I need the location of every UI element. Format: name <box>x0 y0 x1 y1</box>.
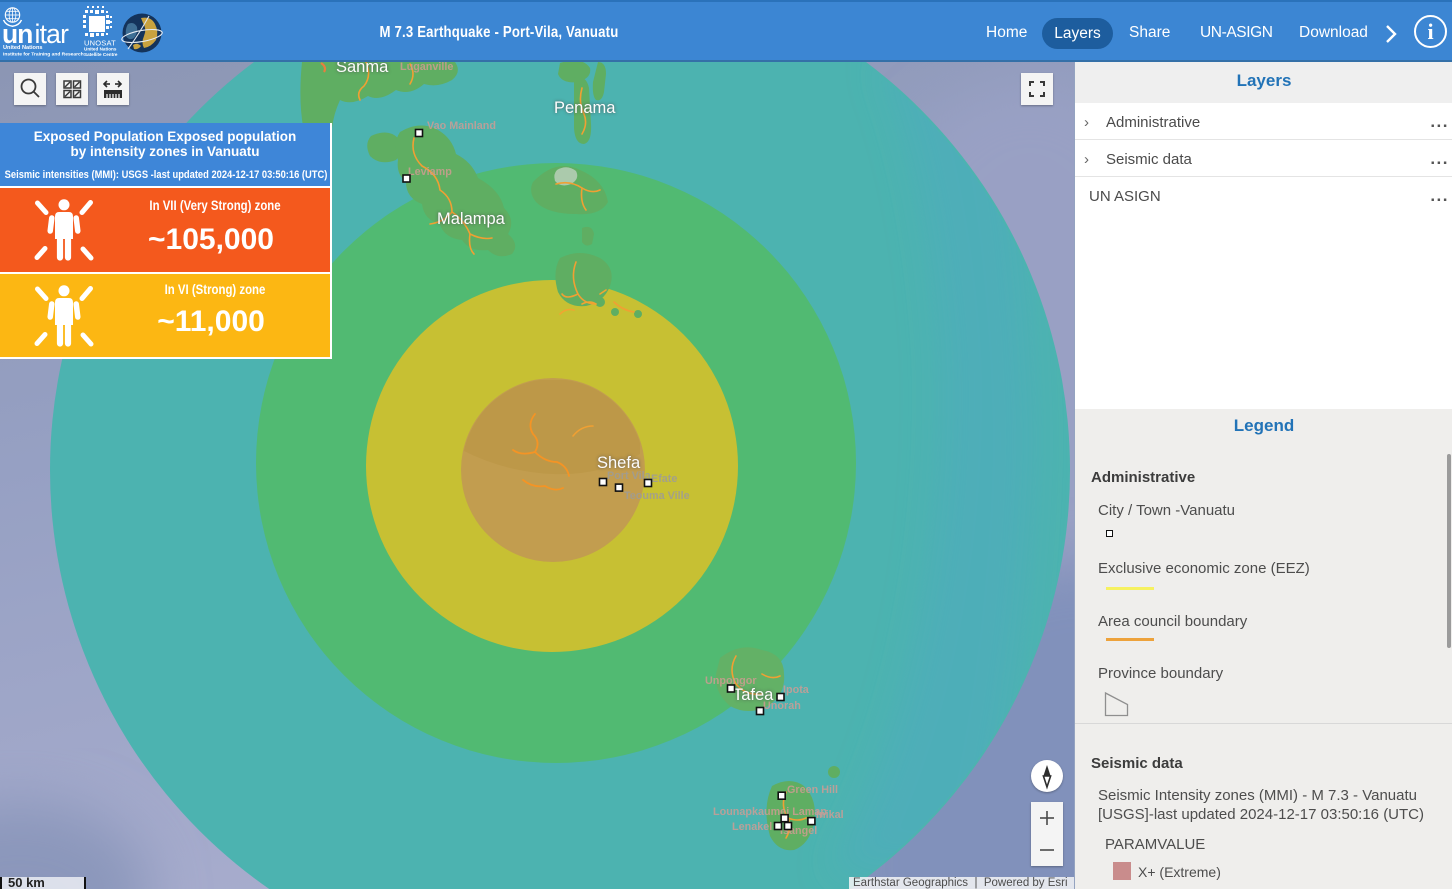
svg-text:Satellite Centre: Satellite Centre <box>84 52 118 57</box>
svg-text:Sanma: Sanma <box>336 62 389 76</box>
svg-text:Penama: Penama <box>554 99 616 117</box>
svg-text:Institute for Training and Res: Institute for Training and Research <box>3 52 84 58</box>
svg-text:Ipota: Ipota <box>783 684 810 696</box>
svg-text:Teouma Ville: Teouma Ville <box>624 490 690 502</box>
svg-text:Leviamp: Leviamp <box>408 166 452 178</box>
svg-text:Tafea: Tafea <box>733 686 774 704</box>
svg-text:Inikal: Inikal <box>816 809 844 821</box>
svg-text:Green Hill: Green Hill <box>787 784 838 796</box>
svg-text:Vao Mainland: Vao Mainland <box>427 120 496 132</box>
svg-text:United Nations: United Nations <box>84 47 117 52</box>
svg-text:Lounapkaumei Lamap: Lounapkaumei Lamap <box>713 806 827 818</box>
svg-text:Lenakel: Lenakel <box>732 821 772 833</box>
svg-text:Shefa: Shefa <box>597 454 641 472</box>
svg-text:Efate: Efate <box>651 473 677 485</box>
svg-text:United Nations: United Nations <box>3 45 42 51</box>
svg-text:Malampa: Malampa <box>437 210 506 228</box>
